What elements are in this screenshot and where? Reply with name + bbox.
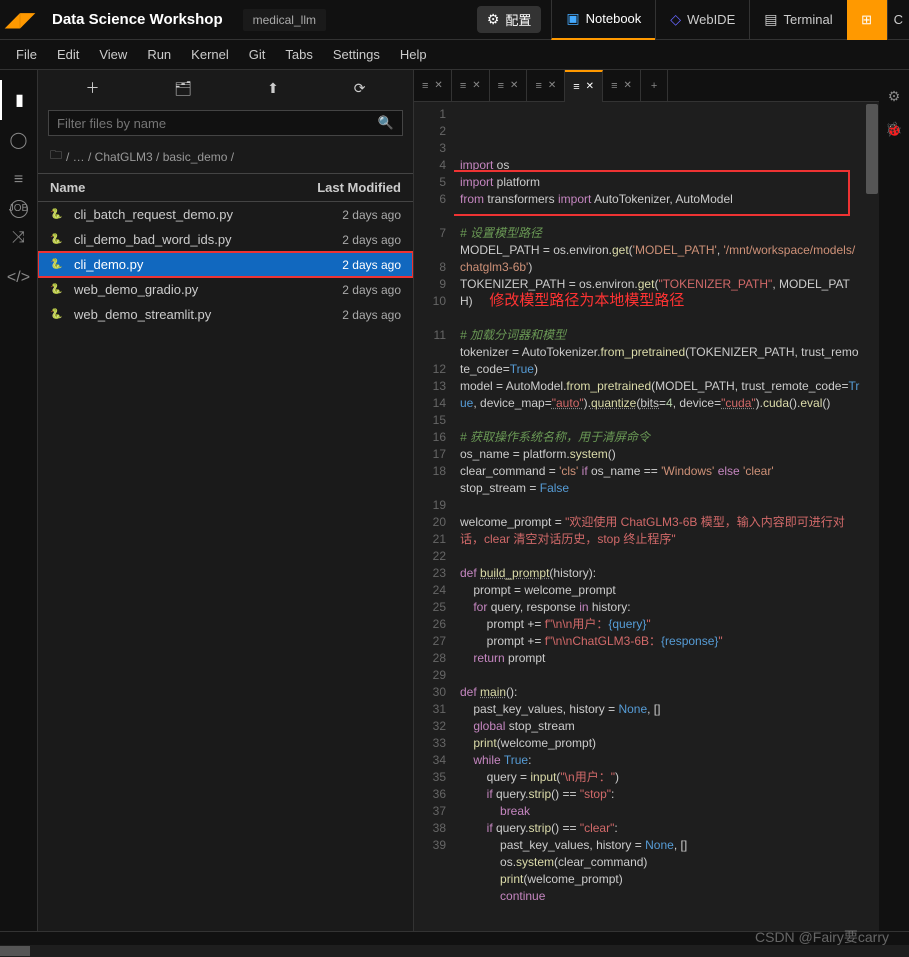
new-tab-button[interactable]: + [641,70,668,102]
folder-icon: 🗀 [50,146,62,167]
close-icon[interactable]: ✕ [510,80,518,91]
code-icon[interactable]: </> [0,258,38,298]
python-icon: 🐍 [50,309,68,320]
menu-kernel[interactable]: Kernel [181,47,239,62]
terminal-icon: ▤ [764,11,777,28]
hscroll-thumb[interactable] [0,946,30,956]
tab-icon: ≡ [460,80,466,92]
editor-tab[interactable]: ≡✕ [414,70,452,102]
editor-tab[interactable]: ≡✕ [603,70,641,102]
file-row[interactable]: 🐍 web_demo_streamlit.py2 days ago [38,302,413,327]
tab-icon: ≡ [535,80,541,92]
menu-help[interactable]: Help [390,47,437,62]
filter-input[interactable] [57,116,378,131]
file-date: 2 days ago [342,283,401,297]
tab-icon: ≡ [498,80,504,92]
notebook-icon: ▣ [566,10,579,27]
collapse-button[interactable]: C [887,0,909,40]
project-name[interactable]: medical_llm [243,9,326,31]
new-launcher-icon[interactable]: ＋ [75,74,109,102]
gear-icon: ⚙ [487,11,500,28]
file-row[interactable]: 🐍 cli_batch_request_demo.py2 days ago [38,202,413,227]
file-list: 🐍cli_batch_request_demo.py2 days ago🐍cli… [38,202,413,931]
workspace-title: Data Science Workshop [40,11,235,28]
shuffle-icon[interactable]: ⤨ [0,218,38,258]
close-icon[interactable]: ✕ [623,80,631,91]
file-row[interactable]: 🐍 cli_demo_bad_word_ids.py2 days ago [38,227,413,252]
file-date: 2 days ago [342,233,401,247]
menu-tabs[interactable]: Tabs [275,47,322,62]
tab-webide[interactable]: ◇WebIDE [655,0,749,40]
editor-tab[interactable]: ≡✕ [565,70,603,102]
python-icon: 🐍 [50,209,68,220]
python-icon: 🐍 [50,259,68,270]
code-editor[interactable]: import osimport platformfrom transformer… [454,102,879,931]
gutter: 123456 7 8910 11 12131415161718 19202122… [414,102,454,931]
editor-tab[interactable]: ≡✕ [527,70,565,102]
files-icon[interactable]: ▮ [0,80,38,120]
menu-settings[interactable]: Settings [323,47,390,62]
search-icon: 🔍 [378,115,394,131]
tab-icon: ≡ [573,81,579,93]
menu-view[interactable]: View [89,47,137,62]
editor-tab-bar: ≡✕≡✕≡✕≡✕≡✕≡✕+ [414,70,879,102]
editor-tab[interactable]: ≡✕ [452,70,490,102]
tab-notebook[interactable]: ▣Notebook [551,0,655,40]
vscroll-thumb[interactable] [866,104,878,194]
property-icon[interactable]: ⚙ [888,88,901,105]
close-icon[interactable]: ✕ [586,81,594,92]
close-icon[interactable]: ✕ [548,80,556,91]
editor-area: ≡✕≡✕≡✕≡✕≡✕≡✕+ 123456 7 8910 11 121314151… [414,70,879,931]
refresh-icon[interactable]: ⟳ [344,76,376,101]
status-bar [0,931,909,957]
file-name: cli_demo.py [74,257,342,272]
menu-file[interactable]: File [6,47,47,62]
file-date: 2 days ago [342,258,401,272]
file-date: 2 days ago [342,308,401,322]
col-name[interactable]: Name [50,180,317,195]
file-name: cli_batch_request_demo.py [74,207,342,222]
menu-git[interactable]: Git [239,47,276,62]
new-folder-icon[interactable]: 🗂 [164,76,202,101]
hscroll-track[interactable] [0,945,909,957]
running-icon[interactable]: ◯ [0,120,38,160]
menu-run[interactable]: Run [137,47,181,62]
python-icon: 🐍 [50,284,68,295]
title-bar: ◢◤ Data Science Workshop medical_llm ⚙配置… [0,0,909,40]
editor-tab[interactable]: ≡✕ [490,70,528,102]
app-switcher-icon[interactable]: ⊞ [847,0,887,40]
breadcrumb[interactable]: 🗀 / … / ChatGLM3 / basic_demo / [38,140,413,173]
app-logo-icon: ◢◤ [0,0,40,40]
menu-edit[interactable]: Edit [47,47,89,62]
tab-icon: ≡ [611,80,617,92]
right-rail: ⚙ 🐞 [879,70,909,931]
file-browser: ＋ 🗂 ⬆ ⟳ 🔍 🗀 / … / ChatGLM3 / basic_demo … [38,70,414,931]
python-icon: 🐍 [50,234,68,245]
toc-icon[interactable]: ≡ [0,160,38,200]
col-modified[interactable]: Last Modified [317,180,401,195]
file-name: cli_demo_bad_word_ids.py [74,232,342,247]
menu-bar: FileEditViewRunKernelGitTabsSettingsHelp [0,40,909,70]
activity-bar: ▮ ◯ ≡ JOB ⤨ </> [0,70,38,931]
filter-box[interactable]: 🔍 [48,110,403,136]
file-row[interactable]: 🐍 cli_demo.py2 days ago [38,252,413,277]
file-name: web_demo_streamlit.py [74,307,342,322]
webide-icon: ◇ [670,11,681,28]
jobs-icon[interactable]: JOB [10,200,28,218]
file-name: web_demo_gradio.py [74,282,342,297]
tab-terminal[interactable]: ▤Terminal [749,0,846,40]
upload-icon[interactable]: ⬆ [257,76,289,101]
close-icon[interactable]: ✕ [472,80,480,91]
vscroll-track[interactable] [865,102,879,931]
file-date: 2 days ago [342,208,401,222]
file-row[interactable]: 🐍 web_demo_gradio.py2 days ago [38,277,413,302]
debug-icon[interactable]: 🐞 [885,121,902,138]
config-button[interactable]: ⚙配置 [477,6,542,33]
close-icon[interactable]: ✕ [434,80,442,91]
tab-icon: ≡ [422,80,428,92]
